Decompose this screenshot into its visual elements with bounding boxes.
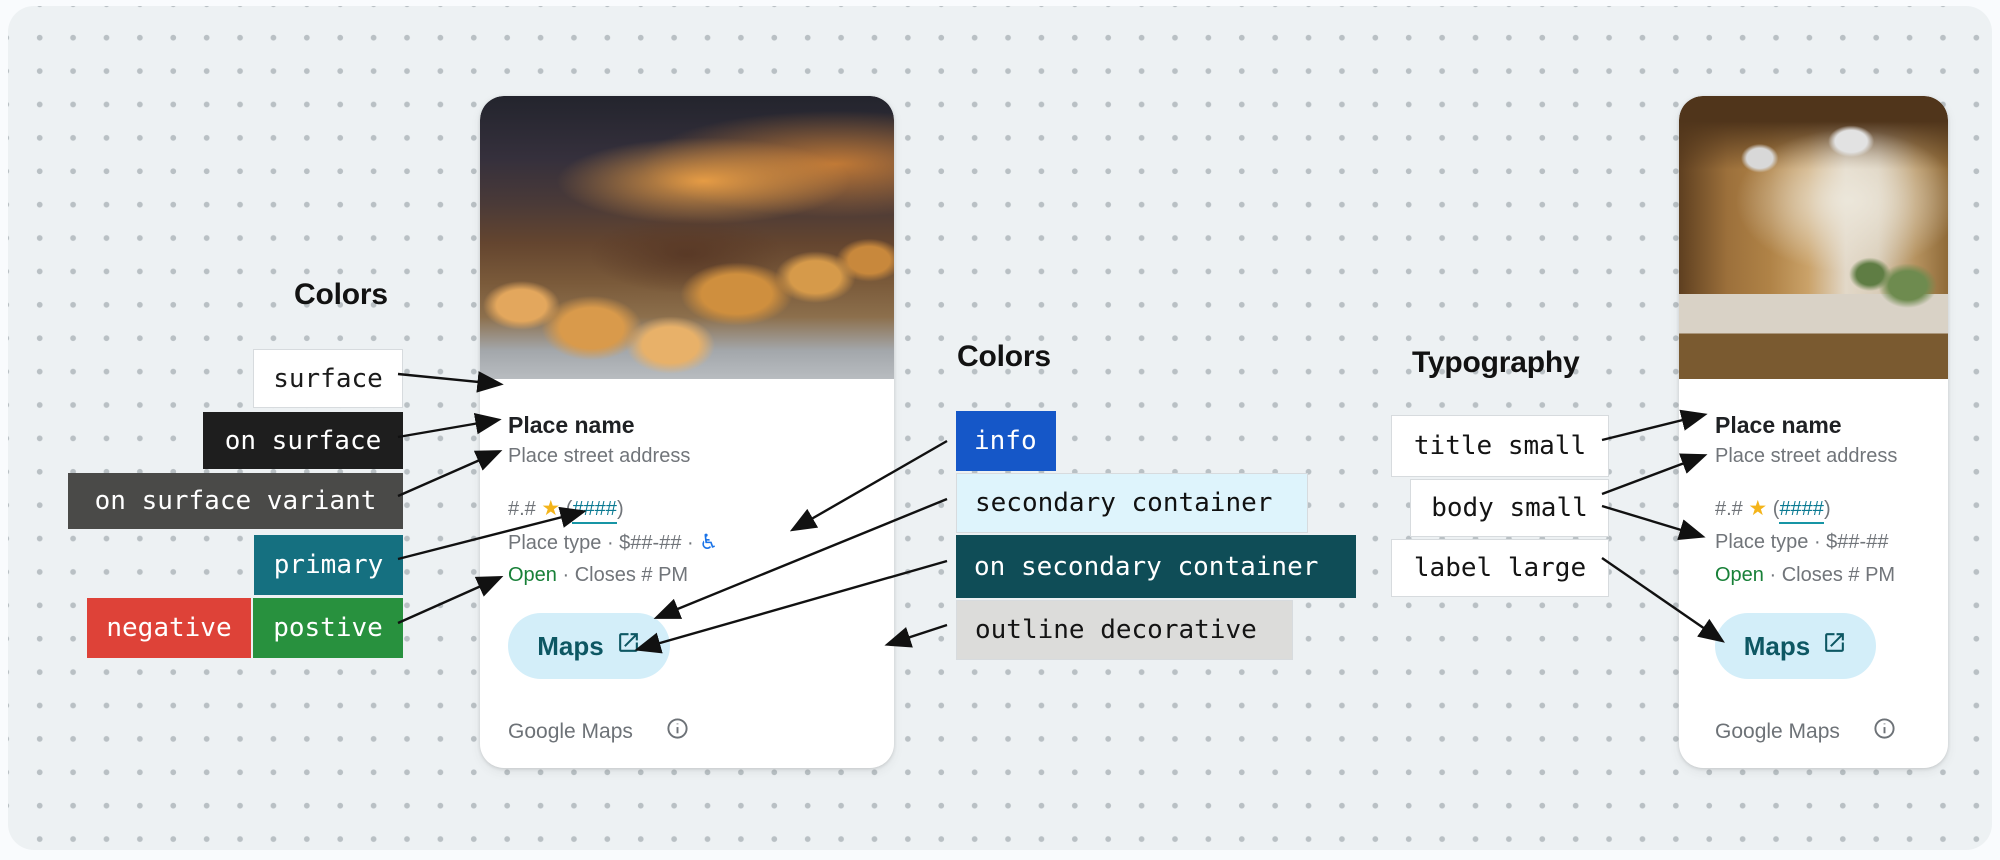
- swatch-secondary-container: secondary container: [956, 473, 1308, 533]
- place-card-bakery: Place name Place street address #.# ★ (#…: [480, 96, 894, 768]
- wheelchair-icon: ♿: [699, 530, 718, 554]
- place-card-cafe: Place name Place street address #.# ★ (#…: [1679, 96, 1948, 768]
- star-icon: ★: [541, 497, 560, 520]
- typo-title-small: title small: [1391, 415, 1609, 477]
- review-count-link[interactable]: ####: [1779, 498, 1824, 524]
- hours-line: Open · Closes # PM: [508, 560, 688, 590]
- swatch-outline-decorative: outline decorative: [956, 600, 1293, 660]
- open-status: Open: [508, 564, 557, 586]
- star-icon: ★: [1748, 497, 1767, 520]
- open-status: Open: [1715, 564, 1764, 586]
- place-name[interactable]: Place name: [508, 410, 635, 440]
- place-type-line: Place type · $##-##: [1715, 527, 1888, 557]
- place-street-address: Place street address: [508, 443, 690, 469]
- google-maps-label: Google Maps: [1715, 719, 1840, 745]
- typography-heading: Typography: [1412, 346, 1579, 380]
- review-count-link[interactable]: ####: [572, 498, 617, 524]
- hours-rest: · Closes # PM: [1770, 564, 1896, 586]
- maps-button[interactable]: Maps: [508, 613, 670, 679]
- swatch-on-secondary-container: on secondary container: [956, 535, 1356, 598]
- cafe-photo[interactable]: [1679, 96, 1948, 379]
- maps-button[interactable]: Maps: [1715, 613, 1876, 679]
- rating-value: #.#: [508, 498, 536, 520]
- design-spec-canvas: { "headings": { "left_colors": "Colors",…: [0, 0, 2000, 860]
- google-maps-footer[interactable]: Google Maps: [1715, 717, 1896, 747]
- maps-button-label: Maps: [537, 631, 603, 662]
- rating-line: #.# ★ (####): [508, 494, 624, 524]
- google-maps-footer[interactable]: Google Maps: [508, 717, 689, 747]
- rating-value: #.#: [1715, 498, 1743, 520]
- swatch-postive: postive: [253, 598, 403, 658]
- maps-button-label: Maps: [1744, 631, 1810, 662]
- info-icon[interactable]: [1873, 717, 1896, 747]
- place-name[interactable]: Place name: [1715, 410, 1842, 440]
- type-price: Place type · $##-##: [1715, 531, 1888, 553]
- rating-line: #.# ★ (####): [1715, 494, 1831, 524]
- google-maps-label: Google Maps: [508, 719, 633, 745]
- paren-close: ): [1824, 498, 1831, 520]
- bakery-photo[interactable]: [480, 96, 894, 379]
- hours-line: Open · Closes # PM: [1715, 560, 1895, 590]
- swatch-on-surface-variant: on surface variant: [68, 473, 403, 529]
- swatch-negative: negative: [87, 598, 251, 658]
- type-price: Place type · $##-## ·: [508, 532, 694, 554]
- paren-close: ): [617, 498, 624, 520]
- dotted-panel: Colors Colors Typography surface on surf…: [8, 6, 1992, 850]
- swatch-on-surface: on surface: [203, 412, 403, 469]
- place-street-address: Place street address: [1715, 443, 1897, 469]
- typo-label-large: label large: [1391, 539, 1609, 597]
- typo-body-small: body small: [1410, 479, 1609, 537]
- external-link-icon: [1822, 630, 1847, 662]
- place-type-line: Place type · $##-## · ♿: [508, 527, 718, 558]
- swatch-primary: primary: [254, 535, 403, 595]
- swatch-surface: surface: [253, 349, 403, 408]
- mid-colors-heading: Colors: [957, 340, 1051, 374]
- hours-rest: · Closes # PM: [563, 564, 689, 586]
- swatch-info: info: [956, 411, 1056, 471]
- info-icon[interactable]: [666, 717, 689, 747]
- external-link-icon: [616, 630, 641, 662]
- left-colors-heading: Colors: [294, 278, 388, 312]
